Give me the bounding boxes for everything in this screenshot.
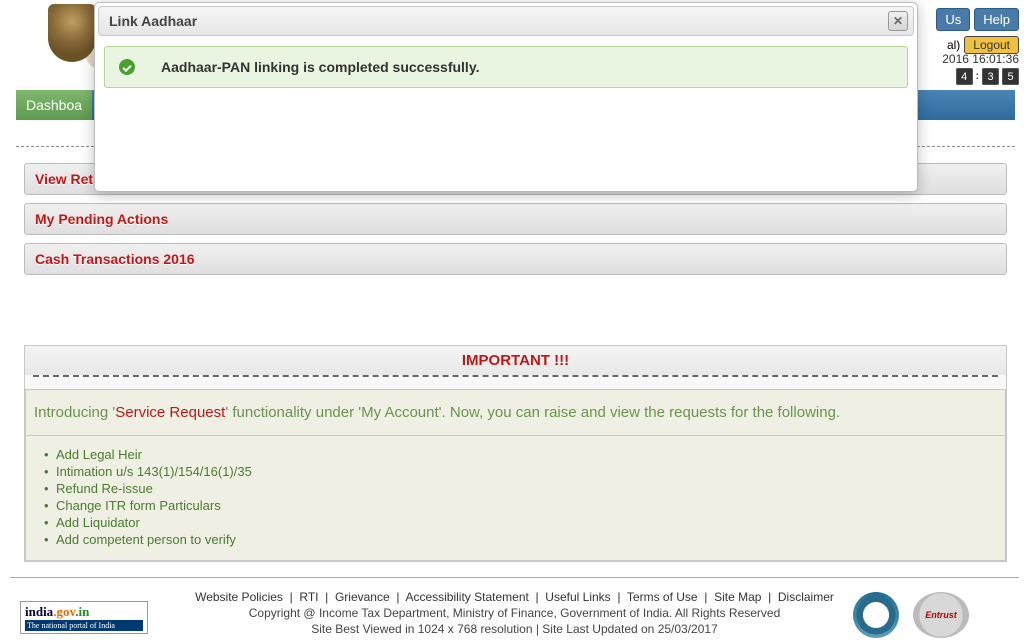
modal-veil: Link Aadhaar ✕ Aadhaar-PAN linking is co…	[0, 0, 1029, 640]
modal-close-button[interactable]: ✕	[888, 11, 908, 31]
close-icon: ✕	[893, 14, 903, 28]
modal-body: Aadhaar-PAN linking is completed success…	[98, 36, 914, 188]
success-message: Aadhaar-PAN linking is completed success…	[161, 59, 479, 75]
modal-titlebar: Link Aadhaar ✕	[98, 6, 914, 36]
modal-title: Link Aadhaar	[109, 13, 197, 29]
success-alert: Aadhaar-PAN linking is completed success…	[104, 46, 908, 88]
link-aadhaar-modal: Link Aadhaar ✕ Aadhaar-PAN linking is co…	[94, 2, 918, 192]
check-circle-icon	[119, 59, 135, 75]
